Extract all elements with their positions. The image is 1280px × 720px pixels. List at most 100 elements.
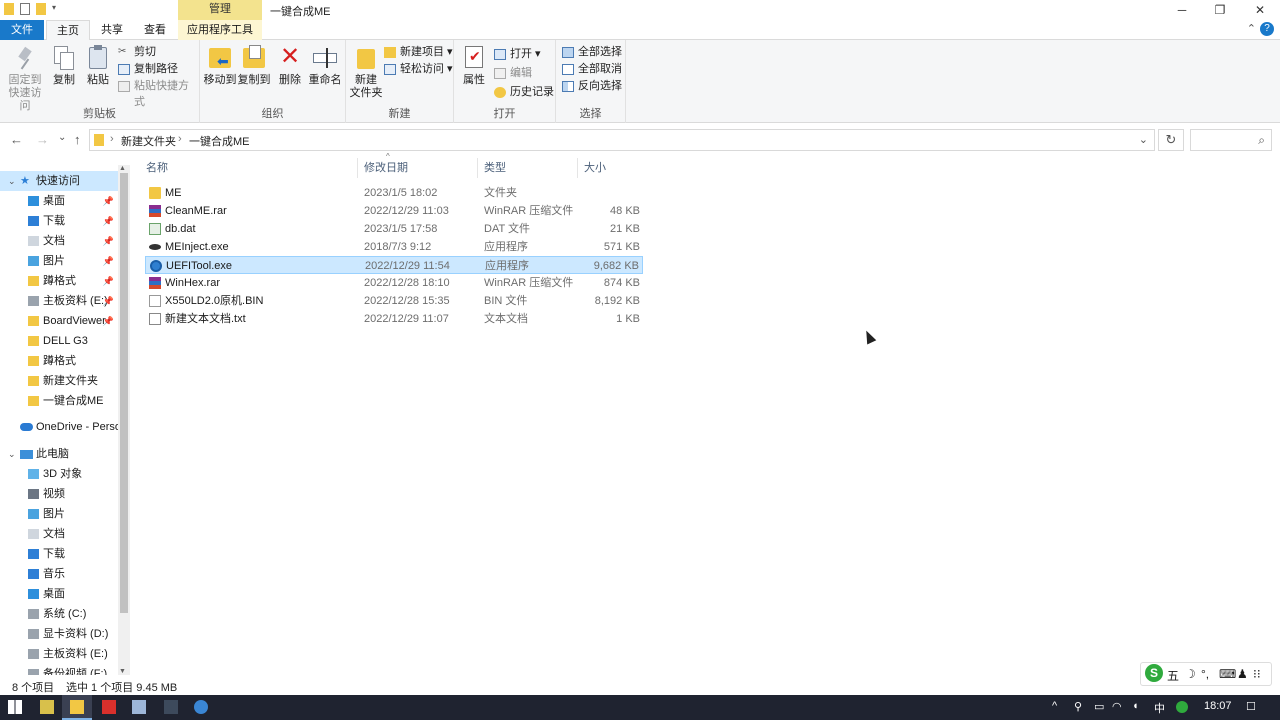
pin-icon[interactable]: 📌 xyxy=(103,251,114,271)
copy-to-button[interactable]: 复制到 xyxy=(237,44,271,87)
customize-dropdown-icon[interactable]: ▾ xyxy=(52,3,60,15)
nav-item[interactable]: 备份视频 (F:) xyxy=(0,664,118,675)
select-all-button[interactable]: 全部选择 xyxy=(562,44,622,60)
file-row[interactable]: WinHex.rar 2022/12/28 18:10 WinRAR 压缩文件 874… xyxy=(145,274,643,292)
expand-icon[interactable]: ⌄ xyxy=(8,444,16,464)
nav-item[interactable]: 图片 xyxy=(0,504,118,524)
tray-overflow-button[interactable]: ^ xyxy=(1052,700,1057,712)
file-row[interactable]: X550LD2.0原机.BIN 2022/12/28 15:35 BIN 文件 8,1… xyxy=(145,292,643,310)
file-row[interactable]: CleanME.rar 2022/12/29 11:03 WinRAR 压缩文件 48… xyxy=(145,202,643,220)
maximize-button[interactable]: ❐ xyxy=(1200,0,1240,20)
help-button[interactable]: ? xyxy=(1260,22,1274,36)
paste-button[interactable]: 粘贴 xyxy=(82,44,114,87)
breadcrumb-item[interactable]: 一键合成ME xyxy=(189,133,250,149)
easy-access-button[interactable]: 轻松访问 ▾ xyxy=(384,61,453,77)
breadcrumb-item[interactable]: 新建文件夹 xyxy=(121,133,176,149)
taskbar-file-explorer[interactable] xyxy=(62,695,92,720)
taskbar-uefitool[interactable] xyxy=(186,695,216,720)
copy-button[interactable]: 复制 xyxy=(48,44,80,87)
nav-scrollbar[interactable]: ▲ ▼ xyxy=(118,165,130,675)
moon-icon[interactable]: ☽ xyxy=(1185,667,1196,681)
ime-mode[interactable]: 五 xyxy=(1167,667,1179,684)
notification-icon[interactable]: ☐ xyxy=(1246,700,1256,713)
delete-button[interactable]: ✕ 删除 xyxy=(275,44,305,87)
sogou-tray-icon[interactable] xyxy=(1176,701,1188,713)
pin-icon[interactable]: 📌 xyxy=(103,291,114,311)
new-folder-icon[interactable] xyxy=(36,3,46,15)
nav-item[interactable]: BoardViewer 📌 xyxy=(0,311,118,331)
column-header-size[interactable]: 大小 xyxy=(578,158,646,178)
tab-home[interactable]: 主页 xyxy=(46,20,90,41)
volume-icon[interactable]: ◖ xyxy=(1132,700,1139,712)
taskbar-wps[interactable] xyxy=(94,695,124,720)
punctuation-icon[interactable]: °, xyxy=(1201,667,1209,681)
copy-path-button[interactable]: 复制路径 xyxy=(118,61,178,77)
nav-item[interactable]: 显卡资料 (D:) xyxy=(0,624,118,644)
column-header-type[interactable]: 类型 xyxy=(478,158,578,178)
collapse-ribbon-button[interactable]: ⌃ xyxy=(1247,22,1256,35)
close-button[interactable]: ✕ xyxy=(1240,0,1280,20)
file-row[interactable]: MEInject.exe 2018/7/3 9:12 应用程序 571 KB xyxy=(145,238,643,256)
nav-item[interactable]: 桌面 📌 xyxy=(0,191,118,211)
taskbar-app[interactable] xyxy=(156,695,186,720)
user-icon[interactable]: ♟ xyxy=(1237,667,1248,681)
scroll-down-icon[interactable]: ▼ xyxy=(119,668,126,675)
nav-item[interactable]: 蹲格式 xyxy=(0,351,118,371)
file-row[interactable]: ME 2023/1/5 18:02 文件夹 xyxy=(145,184,643,202)
address-bar[interactable]: › 新建文件夹 › 一键合成ME ⌄ xyxy=(89,129,1155,151)
column-header-date[interactable]: 修改日期 xyxy=(358,158,478,178)
input-language[interactable]: 中 xyxy=(1154,700,1165,716)
wifi-icon[interactable]: ◠ xyxy=(1112,700,1122,713)
taskbar-app[interactable] xyxy=(124,695,154,720)
cut-button[interactable]: ✂ 剪切 xyxy=(118,44,156,60)
nav-item[interactable]: 系统 (C:) xyxy=(0,604,118,624)
nav-item[interactable]: 主板资料 (E:) xyxy=(0,644,118,664)
paste-shortcut-button[interactable]: 粘贴快捷方式 xyxy=(118,78,199,108)
rename-button[interactable]: 重命名 xyxy=(306,44,344,87)
invert-selection-button[interactable]: 反向选择 xyxy=(562,78,622,94)
address-dropdown-button[interactable]: ⌄ xyxy=(1139,133,1148,146)
start-button[interactable] xyxy=(0,695,30,720)
pin-icon[interactable]: 📌 xyxy=(103,271,114,291)
open-button[interactable]: 打开 ▾ xyxy=(494,46,541,62)
history-button[interactable]: 历史记录 xyxy=(494,84,554,100)
network-icon[interactable]: ⚲ xyxy=(1074,700,1082,713)
tab-file[interactable]: 文件 xyxy=(0,20,44,40)
refresh-button[interactable]: ↻ xyxy=(1158,129,1184,151)
taskbar-app[interactable] xyxy=(32,695,62,720)
nav-item[interactable]: 3D 对象 xyxy=(0,464,118,484)
scrollbar-thumb[interactable] xyxy=(120,173,128,613)
nav-item[interactable]: 下载 xyxy=(0,544,118,564)
grid-icon[interactable]: ⁝⁝ xyxy=(1253,667,1261,681)
nav-item[interactable]: 新建文件夹 xyxy=(0,371,118,391)
nav-item-onedrive[interactable]: OneDrive - Perso xyxy=(0,417,118,437)
back-button[interactable]: ← xyxy=(10,132,23,147)
nav-item[interactable]: 下载 📌 xyxy=(0,211,118,231)
nav-item[interactable]: 图片 📌 xyxy=(0,251,118,271)
pin-icon[interactable]: 📌 xyxy=(103,311,114,331)
recent-locations-button[interactable]: ⌄ xyxy=(58,132,66,143)
nav-item[interactable]: 音乐 xyxy=(0,564,118,584)
new-item-button[interactable]: 新建项目 ▾ xyxy=(384,44,453,60)
nav-item[interactable]: 桌面 xyxy=(0,584,118,604)
pin-icon[interactable]: 📌 xyxy=(103,231,114,251)
nav-item[interactable]: 视频 xyxy=(0,484,118,504)
nav-item[interactable]: 一键合成ME xyxy=(0,391,118,411)
sogou-logo-icon[interactable]: S xyxy=(1145,664,1163,682)
forward-button[interactable]: → xyxy=(36,132,49,147)
pin-icon[interactable]: 📌 xyxy=(103,211,114,231)
scroll-up-icon[interactable]: ▲ xyxy=(119,165,126,172)
pin-quick-access-button[interactable]: 固定到 快速访问 xyxy=(4,44,46,113)
properties-icon[interactable] xyxy=(20,3,30,15)
new-folder-button[interactable]: 新建 文件夹 xyxy=(348,44,384,100)
pin-icon[interactable]: 📌 xyxy=(103,191,114,211)
nav-item[interactable]: 文档 📌 xyxy=(0,231,118,251)
nav-item[interactable]: DELL G3 xyxy=(0,331,118,351)
edit-button[interactable]: 编辑 xyxy=(494,65,532,81)
select-none-button[interactable]: 全部取消 xyxy=(562,61,622,77)
nav-item-quick-access[interactable]: ⌄ ★ 快速访问 xyxy=(0,171,118,191)
up-button[interactable]: ↑ xyxy=(74,132,81,147)
keyboard-icon[interactable]: ⌨ xyxy=(1219,667,1236,681)
tab-app-tools[interactable]: 应用程序工具 xyxy=(178,20,262,40)
search-input[interactable]: ⌕ xyxy=(1190,129,1272,151)
